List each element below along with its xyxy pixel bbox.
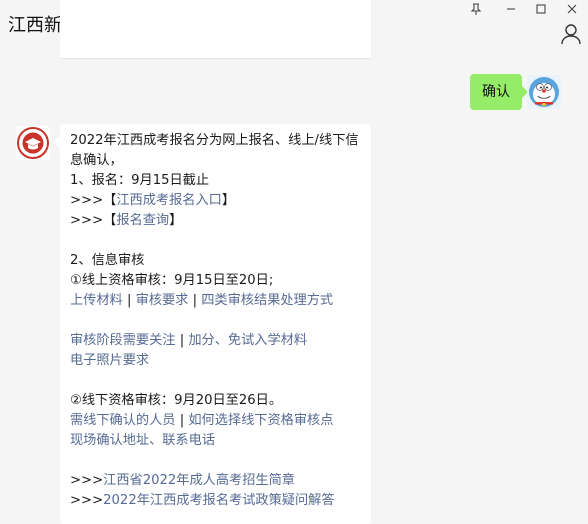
bracket-open: 【 — [103, 193, 117, 208]
link-prefix: >>> — [70, 493, 104, 508]
bracket-close: 】 — [221, 193, 236, 208]
previous-message-bubble — [60, 0, 371, 58]
faq-line: >>>2022年江西成考报名考试政策疑问解答 — [70, 491, 365, 511]
link-separator: | — [179, 413, 185, 428]
link-separator: | — [192, 293, 198, 308]
photo-requirements-link[interactable]: 电子照片要求 — [70, 353, 149, 368]
maximize-icon[interactable] — [527, 0, 555, 18]
review-results-link[interactable]: 四类审核结果处理方式 — [201, 293, 333, 308]
bracket-open: 【 — [103, 213, 117, 228]
minimize-icon[interactable] — [497, 0, 525, 18]
close-icon[interactable] — [558, 0, 586, 18]
offline-people-link[interactable]: 需线下确认的人员 — [70, 413, 176, 428]
admission-guide-link[interactable]: 江西省2022年成人高考招生简章 — [103, 473, 295, 488]
review-stage-link[interactable]: 审核阶段需要关注 — [70, 333, 176, 348]
link-prefix: >>> — [70, 193, 104, 208]
message-intro: 2022年江西成考报名分为网上报名、线上/线下信息确认， — [70, 133, 359, 168]
online-links-row-2: 审核阶段需要关注 | 加分、免试入学材料 — [70, 331, 365, 351]
sender-avatar[interactable] — [16, 126, 50, 160]
bracket-close: 】 — [169, 213, 183, 228]
link-prefix: >>> — [70, 473, 104, 488]
sent-message-bubble[interactable]: 确认 — [470, 74, 528, 110]
bonus-exemption-link[interactable]: 加分、免试入学材料 — [188, 333, 307, 348]
link-separator: | — [179, 333, 185, 348]
online-links-row-1: 上传材料 | 审核要求 | 四类审核结果处理方式 — [70, 291, 365, 311]
signup-entry-line: >>>【江西成考报名入口】 — [70, 191, 365, 211]
link-separator: | — [126, 293, 132, 308]
signup-entry-link[interactable]: 江西成考报名入口 — [116, 193, 222, 208]
choose-site-link[interactable]: 如何选择线下资格审核点 — [188, 413, 333, 428]
divider — [60, 58, 371, 59]
review-requirements-link[interactable]: 审核要求 — [136, 293, 189, 308]
photo-link-line: 电子照片要求 — [70, 351, 365, 371]
site-address-link[interactable]: 现场确认地址、联系电话 — [70, 433, 215, 448]
signup-query-line: >>>【报名查询】 — [70, 211, 365, 231]
message-item-1: 1、报名：9月15日截止 — [70, 173, 210, 188]
my-avatar[interactable] — [527, 75, 561, 109]
offline-links-row: 需线下确认的人员 | 如何选择线下资格审核点 — [70, 411, 365, 431]
pin-icon[interactable] — [462, 0, 490, 18]
online-review-text: ①线上资格审核：9月15日至20日; — [70, 273, 274, 288]
signup-query-link[interactable]: 报名查询 — [116, 213, 169, 228]
link-prefix: >>> — [70, 213, 104, 228]
profile-icon[interactable] — [560, 23, 582, 45]
site-link-line: 现场确认地址、联系电话 — [70, 431, 365, 451]
policy-faq-link[interactable]: 2022年江西成考报名考试政策疑问解答 — [103, 493, 334, 508]
upload-materials-link[interactable]: 上传材料 — [70, 293, 123, 308]
message-item-2: 2、信息审核 — [70, 253, 145, 268]
received-message-bubble: 2022年江西成考报名分为网上报名、线上/线下信息确认， 1、报名：9月15日截… — [54, 124, 371, 524]
guide-line: >>>江西省2022年成人高考招生简章 — [70, 471, 365, 491]
offline-review-text: ②线下资格审核：9月20日至26日。 — [70, 393, 283, 408]
